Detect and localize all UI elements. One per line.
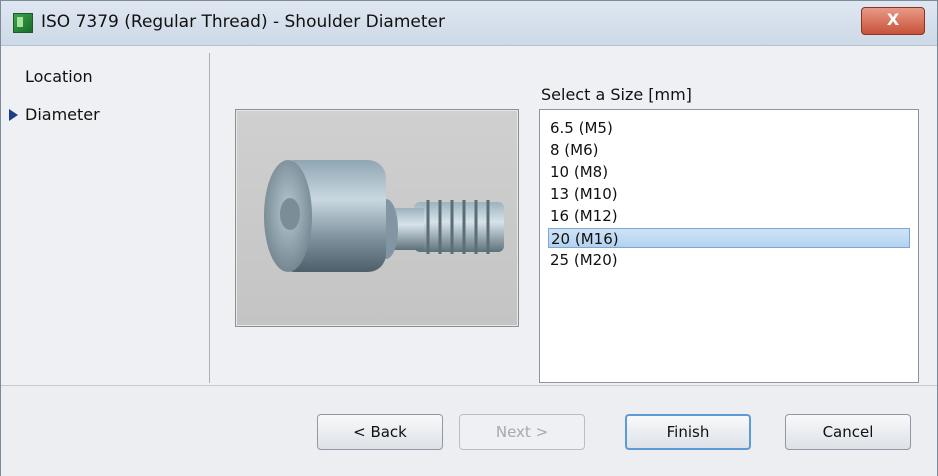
wizard-steps-panel: Location Diameter xyxy=(9,53,210,383)
button-bar: < Back Next > Finish Cancel xyxy=(1,385,937,476)
size-list-label: Select a Size [mm] xyxy=(541,85,692,104)
size-option[interactable]: 10 (M8) xyxy=(548,162,910,182)
size-option[interactable]: 8 (M6) xyxy=(548,140,910,160)
shoulder-screw-image xyxy=(264,160,504,272)
size-listbox[interactable]: 6.5 (M5) 8 (M6) 10 (M8) 13 (M10) 16 (M12… xyxy=(539,109,919,383)
title-bar[interactable]: ISO 7379 (Regular Thread) - Shoulder Dia… xyxy=(1,1,937,46)
step-label: Location xyxy=(25,67,93,86)
shoulder-screw-preview xyxy=(235,109,519,327)
size-option-selected[interactable]: 20 (M16) xyxy=(548,228,910,248)
dialog-window: ISO 7379 (Regular Thread) - Shoulder Dia… xyxy=(0,0,938,476)
content-panel: Select a Size [mm] 6.5 (M5) 8 (M6) 10 (M… xyxy=(211,53,931,383)
close-button[interactable]: X xyxy=(861,7,925,35)
size-option[interactable]: 25 (M20) xyxy=(548,250,910,270)
current-step-arrow-icon xyxy=(9,109,18,121)
step-label: Diameter xyxy=(25,105,100,124)
finish-button[interactable]: Finish xyxy=(625,414,751,450)
cancel-button[interactable]: Cancel xyxy=(785,414,911,450)
size-option[interactable]: 16 (M12) xyxy=(548,206,910,226)
size-option[interactable]: 6.5 (M5) xyxy=(548,118,910,138)
back-button[interactable]: < Back xyxy=(317,414,443,450)
app-icon xyxy=(13,13,33,33)
next-button[interactable]: Next > xyxy=(459,414,585,450)
size-option[interactable]: 13 (M10) xyxy=(548,184,910,204)
step-diameter[interactable]: Diameter xyxy=(9,105,100,124)
step-location[interactable]: Location xyxy=(25,67,93,86)
window-title: ISO 7379 (Regular Thread) - Shoulder Dia… xyxy=(41,12,445,32)
